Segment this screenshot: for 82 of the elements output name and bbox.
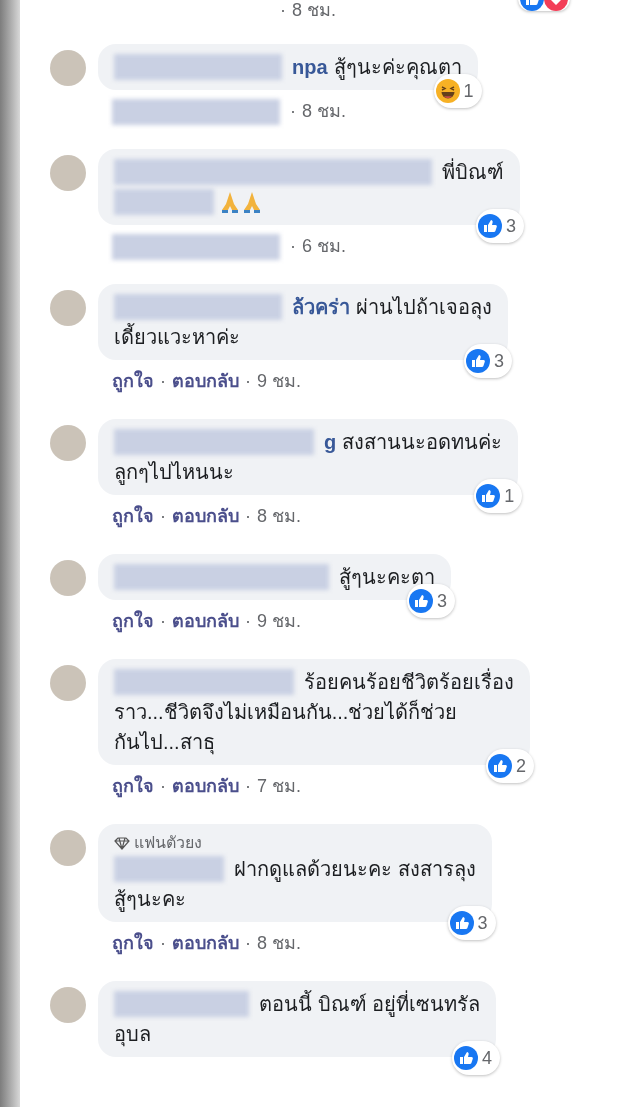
avatar [50,425,86,461]
comment-text: ฝากดูแลด้วยนะคะ สงสารลุง [234,857,476,884]
comment-text: ลูกๆไปไหนนะ [114,460,234,487]
reaction-badge[interactable]: 3 [407,584,455,618]
reaction-badge[interactable]: 3 [447,906,496,940]
comment-text: พี่บิณฑ์ [442,157,504,187]
action-link[interactable]: ตอบกลับ [172,930,239,957]
separator-dot: · [160,610,166,633]
avatar [50,830,86,866]
reaction-badge[interactable]: 3 [476,209,524,243]
comment-time: 9 ชม. [257,610,301,633]
comment-time: 8 ชม. [257,505,301,528]
avatar [50,560,86,596]
reaction-count: 3 [506,215,516,238]
comment-text: เดี้ยวแวะหาค่ะ [114,322,240,352]
reaction-count: 3 [494,350,504,373]
thumbs-up-icon [466,349,490,373]
reaction-count: 4 [482,1047,493,1070]
thumbs-up-icon [409,589,433,613]
action-link[interactable]: ถูกใจ [112,773,154,800]
thumbs-up-icon [488,754,512,778]
action-link[interactable]: ตอบกลับ [172,773,239,800]
reaction-count: 1 [463,80,474,103]
laughing-face-icon [435,79,460,103]
separator-dot: · [245,610,251,633]
fan-label: แฟนตัวยง [134,833,202,853]
action-link[interactable]: ถูกใจ [112,503,154,530]
comment-time: 8 ชม. [292,0,336,22]
reaction-count: 3 [477,912,488,935]
reaction-count: 2 [516,755,526,778]
comment-time: 8 ชม. [302,100,346,123]
avatar [50,290,86,326]
separator-dot: · [160,505,166,528]
comment-text: สงสานนะอดทนค่ะ [342,430,503,455]
comment-time: 7 ชม. [257,775,301,798]
praying-hands-icon [242,190,262,214]
comment-text: ผ่านไปถ้าเจอลุง [356,295,492,322]
thumbs-up-icon [478,214,502,238]
separator-dot: · [245,932,251,955]
action-link[interactable]: ถูกใจ [112,368,154,395]
avatar [50,665,86,701]
reaction-badge[interactable]: 1 [433,74,482,108]
comment-text: ร้อยคนร้อยชีวิตร้อยเรื่อง [304,667,514,697]
comment-time: 9 ชม. [257,370,301,393]
reaction-badge[interactable]: 2 [486,749,534,783]
comment-text: ตอนนี้ บิณฑ์ อยู่ที่เซนทรัล [259,989,481,1019]
separator-dot: · [290,235,296,258]
reaction-badge[interactable]: 1 [474,479,523,513]
separator-dot: · [245,505,251,528]
reaction-badge[interactable]: 3 [464,344,512,378]
thumbs-up-icon [476,484,501,508]
separator-dot: · [160,775,166,798]
action-link[interactable]: ตอบกลับ [172,608,239,635]
avatar [50,155,86,191]
action-link[interactable]: ตอบกลับ [172,368,239,395]
action-link[interactable]: ถูกใจ [112,930,154,957]
separator-dot: · [160,370,166,393]
avatar [50,987,86,1023]
separator-dot: · [290,100,296,123]
reaction-badge[interactable]: 4 [452,1041,501,1075]
reaction-count: 1 [504,485,515,508]
avatar [50,50,86,86]
comment-text: กันไป...สาธุ [114,730,215,757]
comment-text: อุบล [114,1022,151,1049]
comment-text: สู้ๆนะคะ [114,887,186,914]
comment-text: ราว...ชีวิตจึงไม่เหมือนกัน...ช่วยได้ก็ช่วย [114,698,458,725]
commenter-name[interactable]: npa [292,52,328,82]
reaction-count: 3 [437,590,447,613]
comment-time: 6 ชม. [302,235,346,258]
commenter-name[interactable]: g [324,427,337,457]
separator-dot: · [280,0,286,22]
thumbs-up-icon [449,911,474,935]
separator-dot: · [160,932,166,955]
action-link[interactable]: ถูกใจ [112,608,154,635]
comment-time: 8 ชม. [257,932,301,955]
separator-dot: · [245,775,251,798]
praying-hands-icon [220,190,240,214]
separator-dot: · [245,370,251,393]
action-link[interactable]: ตอบกลับ [172,503,239,530]
thumbs-up-icon [454,1046,479,1070]
commenter-name[interactable]: ล้วคร่า [292,292,350,322]
diamond-icon [114,836,130,850]
